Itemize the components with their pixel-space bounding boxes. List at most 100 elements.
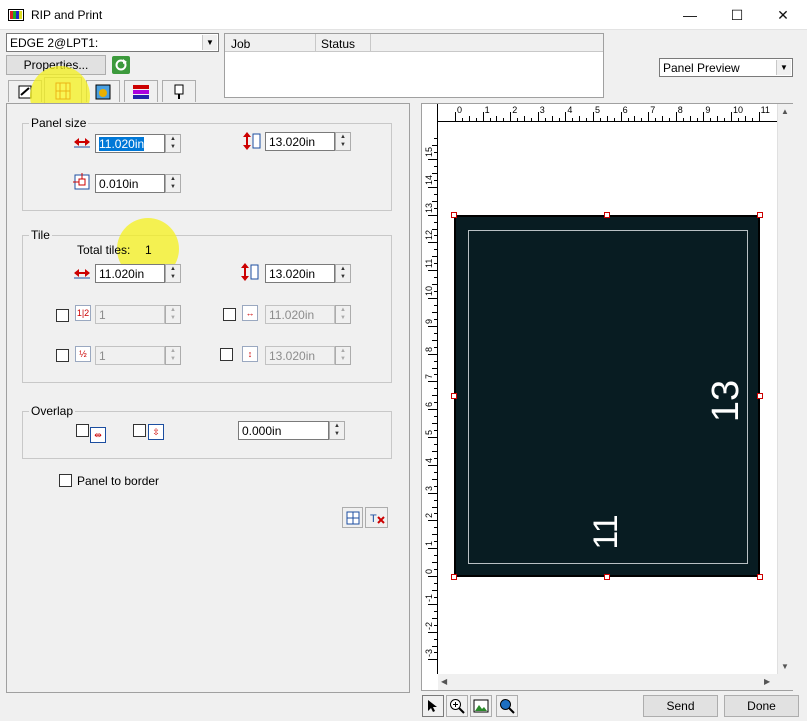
zoom-in-icon <box>450 699 465 714</box>
ruler-tick <box>703 112 705 122</box>
resize-handle[interactable] <box>757 393 763 399</box>
tile-fixed-width-field[interactable]: 11.020in <box>265 305 335 324</box>
tile-height-spinner[interactable]: ▲ ▼ <box>335 264 351 283</box>
tile-fixed-height-field[interactable]: 13.020in <box>265 346 335 365</box>
ruler-tick <box>510 112 512 122</box>
resize-handle[interactable] <box>757 212 763 218</box>
scroll-corner <box>777 674 793 690</box>
tile-columns-checkbox[interactable] <box>56 309 69 322</box>
scroll-up-icon[interactable]: ▲ <box>781 107 789 116</box>
minimize-button[interactable]: — <box>667 0 713 30</box>
tab-cutter[interactable] <box>162 80 196 102</box>
ruler-minor-tick <box>434 443 438 445</box>
tile-fixed-width-value: 11.020in <box>269 308 315 322</box>
panel-width-spinner[interactable]: ▲ ▼ <box>165 134 181 153</box>
panel-width-field[interactable]: 11.020in <box>95 134 165 153</box>
svg-text:T: T <box>370 513 377 525</box>
send-button[interactable]: Send <box>643 695 718 717</box>
panel-margin-field[interactable]: 0.010in <box>95 174 165 193</box>
ruler-minor-tick <box>432 339 438 341</box>
tile-width-spinner[interactable]: ▲ ▼ <box>165 264 181 283</box>
vertical-scrollbar[interactable]: ▲ ▼ <box>777 104 793 674</box>
select-tool-button[interactable] <box>422 695 444 717</box>
tile-columns-field[interactable]: 1 <box>95 305 165 324</box>
panel-to-border-checkbox[interactable] <box>59 474 72 487</box>
ruler-minor-tick <box>432 367 438 369</box>
chevron-down-icon[interactable]: ▼ <box>776 60 791 75</box>
tile-width-checkbox[interactable] <box>223 308 236 321</box>
printer-select[interactable]: EDGE 2@LPT1: ▼ <box>6 33 219 52</box>
zoom-fit-button[interactable] <box>496 695 518 717</box>
resize-handle[interactable] <box>451 574 457 580</box>
tile-fixed-height-spinner[interactable]: ▲ ▼ <box>335 346 351 365</box>
ruler-minor-tick <box>496 116 498 122</box>
tile-fixed-width-spinner[interactable]: ▲ ▼ <box>335 305 351 324</box>
overlap-field[interactable]: 0.000in <box>238 421 329 440</box>
tile-rows-field[interactable]: 1 <box>95 346 165 365</box>
overlap-value: 0.000in <box>242 424 282 438</box>
tile-rows-spinner[interactable]: ▲ ▼ <box>165 346 181 365</box>
tile-width-icon: ↔ <box>242 305 258 321</box>
scroll-down-icon[interactable]: ▼ <box>781 662 789 671</box>
tile-height-value: 13.020in <box>269 267 316 281</box>
panel-height-spinner[interactable]: ▲ ▼ <box>335 132 351 151</box>
ruler-tick <box>428 353 438 355</box>
height-arrow-icon <box>240 263 260 281</box>
resize-handle[interactable] <box>604 574 610 580</box>
ruler-minor-tick <box>434 193 438 195</box>
column-divider <box>315 34 316 52</box>
ruler-minor-tick <box>475 118 477 122</box>
resize-handle[interactable] <box>604 212 610 218</box>
preview-mode-select[interactable]: Panel Preview ▼ <box>659 58 793 77</box>
ruler-minor-tick <box>434 457 438 459</box>
ruler-tick <box>428 298 438 299</box>
tab-color-image[interactable] <box>86 80 120 102</box>
fit-page-button[interactable] <box>470 695 492 717</box>
refresh-printer-icon[interactable] <box>112 56 130 74</box>
panel-height-field[interactable]: 13.020in <box>265 132 335 151</box>
job-column-header[interactable]: Job <box>231 37 250 51</box>
ruler-minor-tick <box>627 118 629 122</box>
tile-columns-value: 1 <box>99 308 106 322</box>
ruler-minor-tick <box>434 277 438 279</box>
resize-handle[interactable] <box>451 212 457 218</box>
scroll-left-icon[interactable]: ◀ <box>441 677 447 686</box>
zoom-in-button[interactable] <box>446 695 468 717</box>
job-table[interactable]: Job Status <box>224 33 604 98</box>
chevron-down-icon[interactable]: ▼ <box>202 35 217 50</box>
resize-handle[interactable] <box>451 393 457 399</box>
close-button[interactable]: ✕ <box>760 0 806 30</box>
status-column-header[interactable]: Status <box>321 37 355 51</box>
ruler-minor-tick <box>434 624 438 626</box>
tile-rows-checkbox[interactable] <box>56 349 69 362</box>
tile-label: Tile <box>29 228 52 242</box>
overlap-spinner[interactable]: ▲ ▼ <box>329 421 345 440</box>
ruler-minor-tick <box>434 638 438 640</box>
ruler-minor-tick <box>432 589 438 591</box>
overlap-vertical-checkbox[interactable] <box>133 424 146 437</box>
scroll-right-icon[interactable]: ▶ <box>764 677 770 686</box>
resize-handle[interactable] <box>757 574 763 580</box>
done-button[interactable]: Done <box>724 695 799 717</box>
vertical-ruler: -3 -2 -1 0 1 2 3 4 5 6 7 8 9 10 11 12 13 14 15 <box>422 104 438 674</box>
job-table-header <box>225 34 603 52</box>
horizontal-scrollbar[interactable]: ◀ ▶ <box>438 674 777 690</box>
panel-preview[interactable]: 11 13 <box>454 215 760 577</box>
clear-tiles-button[interactable]: T <box>365 507 388 528</box>
tile-height-field[interactable]: 13.020in <box>265 264 335 283</box>
ruler-label: 8 <box>677 105 683 115</box>
ruler-minor-tick <box>744 116 746 122</box>
ruler-minor-tick <box>434 416 438 418</box>
overlap-horizontal-checkbox[interactable] <box>76 424 89 437</box>
tile-width-field[interactable]: 11.020in <box>95 264 165 283</box>
tab-color-bars[interactable] <box>124 80 158 102</box>
panel-margin-spinner[interactable]: ▲ ▼ <box>165 174 181 193</box>
window-title: RIP and Print <box>31 8 103 22</box>
tile-height-checkbox[interactable] <box>220 348 233 361</box>
ruler-minor-tick <box>432 172 438 174</box>
ruler-tick <box>428 464 438 466</box>
maximize-button[interactable]: ☐ <box>714 0 760 30</box>
tile-columns-spinner[interactable]: ▲ ▼ <box>165 305 181 324</box>
tile-layout-button[interactable] <box>342 507 363 528</box>
ruler-minor-tick <box>434 304 438 306</box>
